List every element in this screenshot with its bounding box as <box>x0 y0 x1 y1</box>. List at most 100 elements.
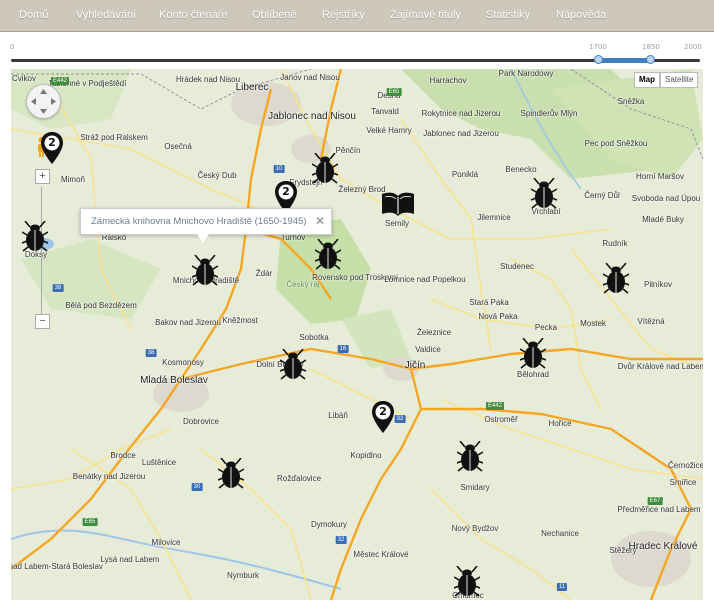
beetle-icon <box>191 254 219 286</box>
map-label: Pecka <box>534 323 558 332</box>
beetle-icon <box>311 152 339 184</box>
map-type-satellite-button[interactable]: Satellite <box>660 72 699 88</box>
cluster-pin-marker[interactable]: 2 <box>371 400 395 439</box>
map-label: Rožďalovice <box>276 474 322 483</box>
library-book-marker[interactable] <box>380 191 416 222</box>
timeline-min-label: 0 <box>10 43 15 51</box>
map-type-map-button[interactable]: Map <box>634 72 660 88</box>
map-label: Kosmonosy <box>162 358 204 367</box>
map-label: Nový Bydžov <box>451 524 499 533</box>
info-window-title[interactable]: Zámecká knihovna Mnichovo Hradiště (1650… <box>91 216 306 227</box>
cluster-pin-marker[interactable]: 2 <box>40 131 64 170</box>
road-shield: 10 <box>273 165 285 173</box>
road-shield: 11 <box>556 583 568 591</box>
book-icon <box>382 192 414 216</box>
timeline-end-handle[interactable] <box>646 55 655 64</box>
beetle-marker[interactable] <box>453 565 481 600</box>
map-canvas[interactable]: Cvikov Jablonné v Podještědí Hrádek nad … <box>11 69 703 600</box>
beetle-marker[interactable] <box>21 220 49 258</box>
beetle-marker[interactable] <box>279 348 307 386</box>
map-label: Lysá nad Labem <box>100 555 160 564</box>
map-label: Český Dub <box>197 171 237 180</box>
beetle-icon <box>453 565 481 597</box>
beetle-marker[interactable] <box>519 337 547 375</box>
nav-help[interactable]: Nápověda <box>556 0 606 31</box>
nav-favorites[interactable]: Oblíbené <box>252 0 297 31</box>
beetle-marker[interactable] <box>314 238 342 276</box>
map-info-window: Zámecká knihovna Mnichovo Hradiště (1650… <box>80 208 332 243</box>
close-icon[interactable]: ✕ <box>315 214 325 228</box>
map-label: Svoboda nad Úpou <box>631 194 701 203</box>
road-shield: 30 <box>191 483 203 491</box>
beetle-marker[interactable] <box>311 152 339 190</box>
map-label: Jičín <box>404 360 426 371</box>
map-label: Poniklá <box>451 170 479 179</box>
beetle-icon <box>217 457 245 489</box>
road-shield: E442 <box>50 77 70 85</box>
nav-interesting-titles[interactable]: Zajímavé tituly <box>390 0 461 31</box>
timeline-selected-range <box>598 58 651 63</box>
map-label: Benecko <box>505 165 537 174</box>
timeline-start-handle[interactable] <box>594 55 603 64</box>
map-label: Pec pod Sněžkou <box>584 139 648 148</box>
road-shield: 32 <box>335 536 347 544</box>
beetle-icon <box>279 348 307 380</box>
nav-indexes[interactable]: Rejstříky <box>322 0 365 31</box>
beetle-icon <box>456 440 484 472</box>
info-window-tail <box>197 234 209 243</box>
map-label: Harrachov <box>429 76 467 85</box>
map-label: Sobotka <box>299 333 329 342</box>
map-label: Stará Paka <box>469 298 509 307</box>
map-label: Velké Hamry <box>366 126 412 135</box>
map-label: Hrádek nad Nisou <box>175 75 241 84</box>
zoom-out-button[interactable]: − <box>35 314 50 329</box>
nav-home[interactable]: Domů <box>19 0 48 31</box>
road-shield: E67 <box>647 497 663 505</box>
beetle-marker[interactable] <box>191 254 219 292</box>
map-label: Hradec Králové <box>628 541 698 552</box>
road-shield: 38 <box>145 349 157 357</box>
beetle-marker[interactable] <box>456 440 484 478</box>
map-label: Valdice <box>415 345 441 354</box>
beetle-icon <box>602 262 630 294</box>
map-label: Černý Důl <box>584 191 620 200</box>
cluster-count: 2 <box>379 405 387 418</box>
map-label: Smiřice <box>669 478 697 487</box>
map-label: Dobrovice <box>182 417 220 426</box>
road-shield: 38 <box>52 284 64 292</box>
beetle-icon <box>21 220 49 252</box>
map-label: Sněžka <box>617 97 645 106</box>
pan-arrows-icon <box>31 89 56 114</box>
timeline-max-label: 2000 <box>684 43 702 51</box>
nav-reader-account[interactable]: Konto čtenáře <box>159 0 228 31</box>
beetle-marker[interactable] <box>217 457 245 495</box>
map-label: Mladá Boleslav <box>140 375 208 386</box>
beetle-icon <box>530 177 558 209</box>
road-shield: 16 <box>337 345 349 353</box>
map-label: Osečná <box>164 142 192 151</box>
map-label: Hořice <box>548 419 572 428</box>
map-label: Železný Brod <box>338 185 386 194</box>
map-label: Liberec <box>235 82 269 93</box>
map-label: Janov nad Nisou <box>280 73 340 82</box>
map-label: Ždár <box>255 269 273 278</box>
beetle-marker[interactable] <box>530 177 558 215</box>
nav-search[interactable]: Vyhledávání <box>76 0 136 31</box>
zoom-in-button[interactable]: + <box>35 169 50 184</box>
beetle-icon <box>314 238 342 270</box>
map-label: Brodce <box>110 451 136 460</box>
map-label: Dvůr Králové nad Labem <box>617 362 703 371</box>
map-label: Benátky nad Jizerou <box>72 472 146 481</box>
map-label: Vítězná <box>637 317 665 326</box>
map-label: Bělá pod Bezdězem <box>65 301 137 310</box>
map-label: Mladé Buky <box>642 215 684 224</box>
pan-control[interactable] <box>26 84 61 119</box>
map-label: Český ráj <box>286 280 320 289</box>
beetle-marker[interactable] <box>602 262 630 300</box>
map-label: Luštěnice <box>141 458 177 467</box>
map-label: Stráž pod Ralskem <box>80 133 148 142</box>
nav-statistics[interactable]: Statistiky <box>486 0 530 31</box>
map-label: Libáň <box>328 411 348 420</box>
map-label: Železnice <box>416 328 452 337</box>
map-label: Mimoň <box>60 175 86 184</box>
